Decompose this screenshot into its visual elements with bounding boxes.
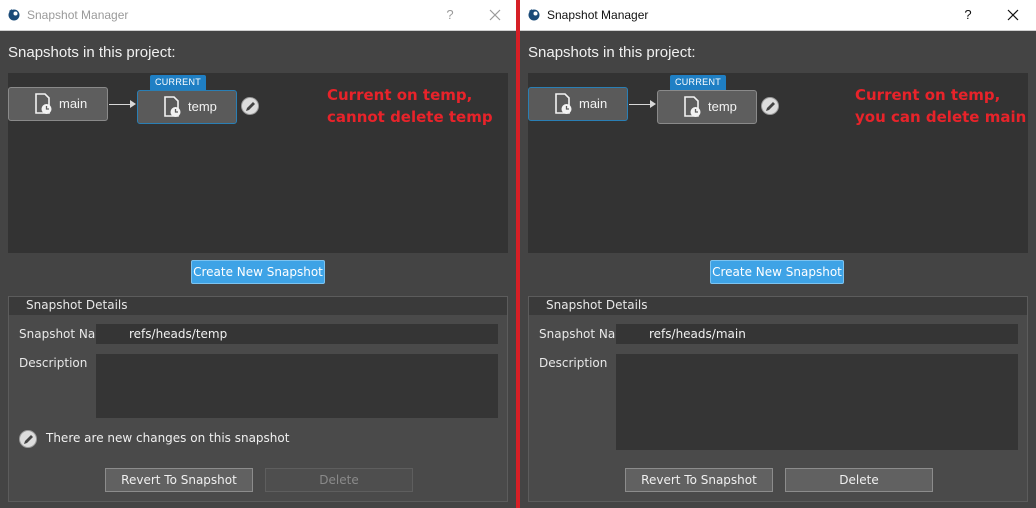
description-label: Description bbox=[539, 356, 608, 370]
connector-arrow bbox=[130, 100, 136, 108]
close-icon[interactable] bbox=[1006, 8, 1020, 22]
details-header: Snapshot Details bbox=[529, 297, 1027, 315]
help-button[interactable]: ? bbox=[960, 7, 976, 22]
details-title: Snapshot Details bbox=[26, 298, 128, 312]
connector-arrow bbox=[650, 100, 656, 108]
snapshot-details-panel: Snapshot Details Snapshot Name refs/head… bbox=[8, 296, 508, 502]
changes-edit-button[interactable] bbox=[19, 430, 37, 448]
section-title: Snapshots in this project: bbox=[8, 44, 176, 61]
snapshot-graph: main CURRENT temp Current on temp, canno… bbox=[8, 73, 508, 253]
snapshot-node-temp[interactable]: temp bbox=[657, 90, 757, 124]
edit-snapshot-button[interactable] bbox=[241, 97, 259, 115]
node-label: main bbox=[59, 96, 88, 111]
window-title: Snapshot Manager bbox=[27, 8, 129, 22]
node-label: main bbox=[579, 96, 608, 111]
title-bar: Snapshot Manager ? bbox=[520, 0, 1036, 31]
snapshot-icon bbox=[555, 93, 572, 114]
details-header: Snapshot Details bbox=[9, 297, 507, 315]
snapshot-node-main[interactable]: main bbox=[528, 87, 628, 121]
annotation-line-1: Current on temp, bbox=[855, 86, 1001, 104]
edit-snapshot-button[interactable] bbox=[761, 97, 779, 115]
snapshot-graph: main CURRENT temp Current on temp, you c… bbox=[528, 73, 1028, 253]
annotation-line-2: you can delete main bbox=[855, 108, 1027, 126]
annotation-line-1: Current on temp, bbox=[327, 86, 473, 104]
snapshot-details-panel: Snapshot Details Snapshot Name refs/head… bbox=[528, 296, 1028, 502]
description-field[interactable] bbox=[616, 354, 1018, 450]
delete-button[interactable]: Delete bbox=[785, 468, 933, 492]
close-icon[interactable] bbox=[488, 8, 502, 22]
delete-button[interactable]: Delete bbox=[265, 468, 413, 492]
pencil-icon bbox=[246, 102, 255, 111]
app-icon bbox=[528, 9, 540, 21]
pencil-icon bbox=[766, 102, 775, 111]
snapshot-node-temp[interactable]: temp bbox=[137, 90, 237, 124]
snapshot-manager-window-right: Snapshot Manager ? Snapshots in this pro… bbox=[520, 0, 1036, 508]
snapshot-name-field[interactable]: refs/heads/main bbox=[616, 324, 1018, 344]
snapshot-icon bbox=[684, 96, 701, 117]
snapshot-icon bbox=[164, 96, 181, 117]
node-label: temp bbox=[708, 99, 737, 114]
help-button[interactable]: ? bbox=[442, 7, 458, 22]
connector-line bbox=[109, 104, 131, 105]
snapshot-node-main[interactable]: main bbox=[8, 87, 108, 121]
current-tag: CURRENT bbox=[150, 75, 206, 90]
snapshot-manager-window-left: Snapshot Manager ? Snapshots in this pro… bbox=[0, 0, 516, 508]
description-field[interactable] bbox=[96, 354, 498, 418]
current-tag: CURRENT bbox=[670, 75, 726, 90]
create-new-snapshot-button[interactable]: Create New Snapshot bbox=[710, 260, 844, 284]
description-label: Description bbox=[19, 356, 88, 370]
snapshot-name-field[interactable]: refs/heads/temp bbox=[96, 324, 498, 344]
pencil-icon bbox=[24, 435, 33, 444]
annotation-text: Current on temp, you can delete main bbox=[855, 84, 1026, 128]
annotation-line-2: cannot delete temp bbox=[327, 108, 493, 126]
details-title: Snapshot Details bbox=[546, 298, 648, 312]
annotation-text: Current on temp, cannot delete temp bbox=[327, 84, 493, 128]
section-title: Snapshots in this project: bbox=[528, 44, 696, 61]
create-new-snapshot-button[interactable]: Create New Snapshot bbox=[191, 260, 325, 284]
window-title: Snapshot Manager bbox=[547, 8, 649, 22]
node-label: temp bbox=[188, 99, 217, 114]
connector-line bbox=[629, 104, 651, 105]
title-bar: Snapshot Manager ? bbox=[0, 0, 516, 31]
revert-to-snapshot-button[interactable]: Revert To Snapshot bbox=[625, 468, 773, 492]
revert-to-snapshot-button[interactable]: Revert To Snapshot bbox=[105, 468, 253, 492]
app-icon bbox=[8, 9, 20, 21]
snapshot-icon bbox=[35, 93, 52, 114]
changes-text: There are new changes on this snapshot bbox=[46, 431, 290, 445]
